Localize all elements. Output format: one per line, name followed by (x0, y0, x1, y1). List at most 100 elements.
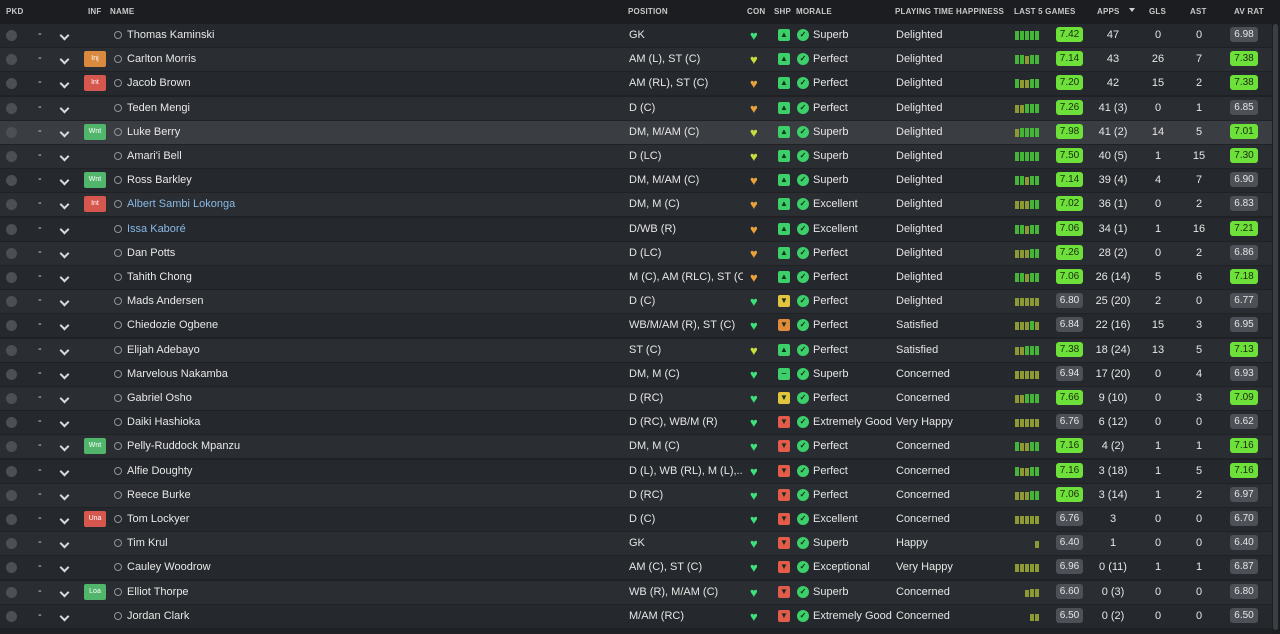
player-name[interactable]: Tom Lockyer (127, 513, 189, 525)
chevron-down-icon[interactable] (59, 562, 70, 573)
col-last5[interactable]: LAST 5 GAMES (1014, 7, 1076, 16)
sort-desc-icon[interactable] (1129, 8, 1135, 12)
table-row[interactable]: - Amari'i Bell D (LC) ♥ ▲ ✓ Superb Delighted 7.5… (0, 145, 1272, 168)
table-row[interactable]: - Int Albert Sambi Lokonga DM, M (C) ♥ ▲ ✓ Exce… (0, 193, 1272, 217)
col-morale[interactable]: MORALE (796, 7, 832, 16)
chevron-down-icon[interactable] (59, 611, 70, 622)
chevron-down-icon[interactable] (59, 30, 70, 41)
pick-toggle[interactable] (6, 514, 17, 525)
player-name[interactable]: Marvelous Nakamba (127, 368, 228, 380)
chevron-down-icon[interactable] (59, 199, 70, 210)
col-apps[interactable]: APPS (1097, 7, 1120, 16)
chevron-down-icon[interactable] (59, 78, 70, 89)
col-ast[interactable]: AST (1190, 7, 1207, 16)
pick-toggle[interactable] (6, 102, 17, 114)
chevron-down-icon[interactable] (59, 175, 70, 186)
pick-toggle[interactable] (6, 562, 17, 574)
chevron-down-icon[interactable] (59, 103, 70, 114)
chevron-down-icon[interactable] (59, 538, 70, 549)
player-name[interactable]: Amari'i Bell (127, 150, 182, 162)
col-name[interactable]: NAME (110, 7, 134, 16)
player-name[interactable]: Chiedozie Ogbene (127, 319, 218, 331)
pick-toggle[interactable] (6, 489, 17, 501)
pick-toggle[interactable] (6, 368, 17, 380)
chevron-down-icon[interactable] (59, 54, 70, 65)
player-name[interactable]: Cauley Woodrow (127, 561, 211, 573)
player-name[interactable]: Albert Sambi Lokonga (127, 198, 235, 210)
pick-toggle[interactable] (6, 272, 17, 283)
player-name[interactable]: Tim Krul (127, 537, 168, 549)
col-inf[interactable]: INF (88, 7, 102, 16)
pick-toggle[interactable] (6, 441, 17, 453)
chevron-down-icon[interactable] (59, 393, 70, 404)
player-name[interactable]: Dan Potts (127, 247, 175, 259)
col-avrat[interactable]: AV RAT (1234, 7, 1264, 16)
table-row[interactable]: - Chiedozie Ogbene WB/M/AM (R), ST (C) ♥ ▼ ✓ P… (0, 314, 1272, 338)
table-row[interactable]: - Mads Andersen D (C) ♥ ▼ ✓ Perfect Delighted 6.… (0, 290, 1272, 314)
chevron-down-icon[interactable] (59, 466, 70, 477)
table-row[interactable]: - Daiki Hashioka D (RC), WB/M (R) ♥ ▼ ✓ Extrem… (0, 411, 1272, 435)
player-name[interactable]: Jacob Brown (127, 77, 191, 89)
col-pkd[interactable]: PKD (6, 7, 24, 16)
player-name[interactable]: Gabriel Osho (127, 392, 192, 404)
table-row[interactable]: - Marvelous Nakamba DM, M (C) ♥ ‒ ✓ Superb Conc… (0, 362, 1272, 386)
player-name[interactable]: Daiki Hashioka (127, 416, 200, 428)
table-row[interactable]: - Wnt Luke Berry DM, M/AM (C) ♥ ▲ ✓ Superb Delig… (0, 120, 1272, 144)
player-name[interactable]: Mads Andersen (127, 295, 203, 307)
player-name[interactable]: Elliot Thorpe (127, 586, 189, 598)
player-name[interactable]: Jordan Clark (127, 610, 189, 622)
table-row[interactable]: - Thomas Kaminski GK ♥ ▲ ✓ Superb Delighted 7.42… (0, 24, 1272, 47)
table-row[interactable]: - Tahith Chong M (C), AM (RLC), ST (C) ♥ ▲ ✓ P… (0, 266, 1272, 289)
scrollbar-thumb[interactable] (1273, 24, 1278, 630)
pick-toggle[interactable] (6, 393, 17, 404)
col-position[interactable]: POSITION (628, 7, 668, 16)
col-shp[interactable]: SHP (774, 7, 791, 16)
scrollbar[interactable] (1272, 24, 1280, 634)
player-name[interactable]: Teden Mengi (127, 102, 190, 114)
chevron-down-icon[interactable] (59, 345, 70, 356)
chevron-down-icon[interactable] (59, 320, 70, 331)
pick-toggle[interactable] (6, 247, 17, 259)
player-name[interactable]: Luke Berry (127, 126, 180, 138)
player-name[interactable]: Elijah Adebayo (127, 344, 200, 356)
table-row[interactable]: - Teden Mengi D (C) ♥ ▲ ✓ Perfect Delighted 7.26… (0, 96, 1272, 120)
pick-toggle[interactable] (6, 296, 17, 308)
player-name[interactable]: Carlton Morris (127, 53, 196, 65)
pick-toggle[interactable] (6, 538, 17, 550)
table-row[interactable]: - Reece Burke D (RC) ♥ ▼ ✓ Perfect Concerned 7.0… (0, 483, 1272, 507)
pick-toggle[interactable] (6, 151, 17, 162)
chevron-down-icon[interactable] (59, 296, 70, 307)
chevron-down-icon[interactable] (59, 224, 70, 235)
table-row[interactable]: - Issa Kaboré D/WB (R) ♥ ▲ ✓ Excellent Delighte… (0, 217, 1272, 241)
pick-toggle[interactable] (6, 344, 17, 356)
table-row[interactable]: - Elijah Adebayo ST (C) ♥ ▲ ✓ Perfect Satisfied… (0, 338, 1272, 362)
chevron-down-icon[interactable] (59, 490, 70, 501)
chevron-down-icon[interactable] (59, 151, 70, 162)
pick-toggle[interactable] (6, 30, 17, 41)
table-row[interactable]: - Wnt Ross Barkley DM, M/AM (C) ♥ ▲ ✓ Superb Del… (0, 169, 1272, 193)
col-con[interactable]: CON (747, 7, 765, 16)
player-name[interactable]: Tahith Chong (127, 271, 192, 283)
table-row[interactable]: - Cauley Woodrow AM (C), ST (C) ♥ ▼ ✓ Exceptio… (0, 556, 1272, 580)
pick-toggle[interactable] (6, 586, 17, 598)
player-name[interactable]: Alfie Doughty (127, 465, 192, 477)
chevron-down-icon[interactable] (59, 441, 70, 452)
table-row[interactable]: - Int Jacob Brown AM (RL), ST (C) ♥ ▲ ✓ Perfect… (0, 72, 1272, 96)
table-row[interactable]: - Loa Elliot Thorpe WB (R), M/AM (C) ♥ ▼ ✓ Supe… (0, 580, 1272, 604)
table-row[interactable]: - Una Tom Lockyer D (C) ♥ ▼ ✓ Excellent Concerne… (0, 508, 1272, 531)
player-name[interactable]: Ross Barkley (127, 174, 192, 186)
chevron-down-icon[interactable] (59, 417, 70, 428)
chevron-down-icon[interactable] (59, 248, 70, 259)
table-row[interactable]: - Wnt Pelly-Ruddock Mpanzu DM, M (C) ♥ ▼ ✓ Perf… (0, 435, 1272, 459)
table-row[interactable]: - Tim Krul GK ♥ ▼ ✓ Superb Happy 6.40 1 0 0 6.40 (0, 532, 1272, 556)
chevron-down-icon[interactable] (59, 369, 70, 380)
chevron-down-icon[interactable] (59, 514, 70, 525)
col-happiness[interactable]: PLAYING TIME HAPPINESS (895, 7, 1004, 16)
chevron-down-icon[interactable] (59, 272, 70, 283)
pick-toggle[interactable] (6, 175, 17, 187)
table-row[interactable]: - Gabriel Osho D (RC) ♥ ▼ ✓ Perfect Concerned 7.… (0, 387, 1272, 410)
pick-toggle[interactable] (6, 54, 17, 66)
chevron-down-icon[interactable] (59, 587, 70, 598)
pick-toggle[interactable] (6, 223, 17, 235)
pick-toggle[interactable] (6, 465, 17, 477)
